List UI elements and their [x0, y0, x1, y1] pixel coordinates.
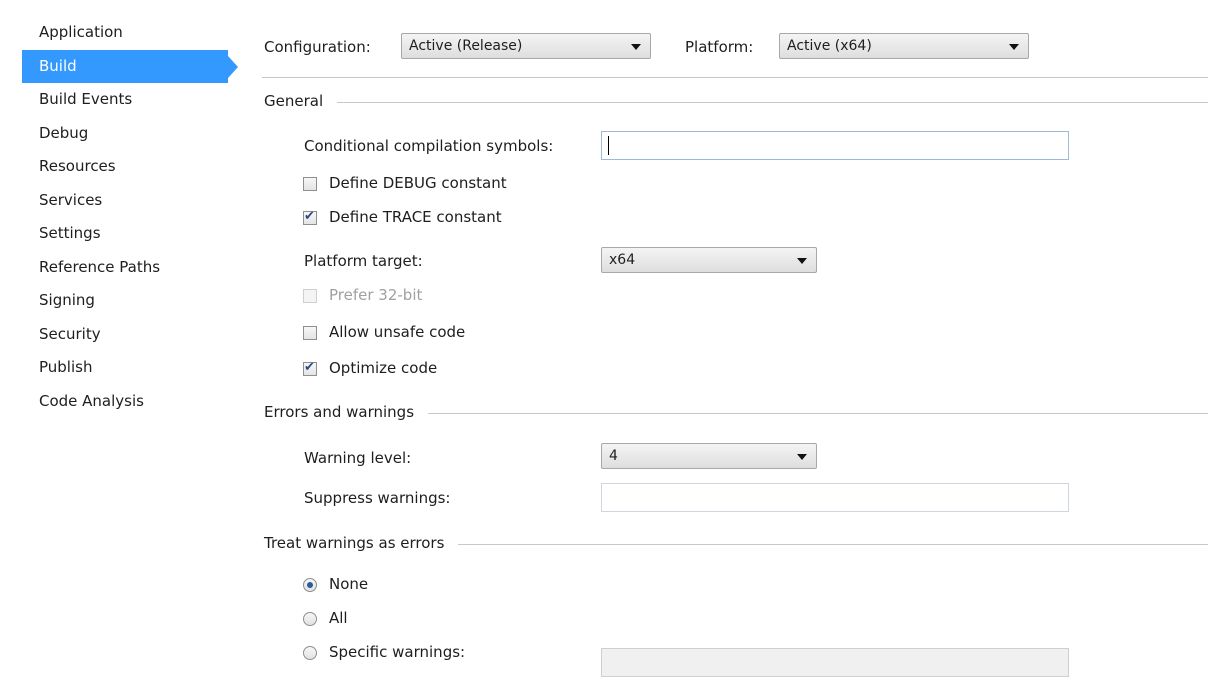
chevron-down-icon	[797, 258, 807, 264]
chevron-down-icon	[797, 454, 807, 460]
optimize-code-label: Optimize code	[329, 359, 438, 377]
warning-level-dropdown[interactable]: 4	[601, 443, 817, 469]
radio-specific-warnings-label: Specific warnings:	[329, 643, 466, 661]
platform-value: Active (x64)	[787, 38, 872, 54]
platform-label: Platform:	[685, 38, 754, 56]
prefer-32bit-label: Prefer 32-bit	[329, 286, 423, 304]
sidebar-item-application[interactable]: Application	[22, 16, 228, 49]
treat-warnings-section-header: Treat warnings as errors	[264, 534, 1208, 554]
sidebar-item-label: Settings	[39, 224, 101, 242]
optimize-code-checkbox[interactable]: ✔	[303, 360, 317, 376]
sidebar-item-debug[interactable]: Debug	[22, 117, 228, 150]
define-debug-checkbox[interactable]	[303, 177, 317, 191]
radio-all[interactable]	[303, 612, 317, 626]
sidebar-item-reference-paths[interactable]: Reference Paths	[22, 251, 228, 284]
suppress-warnings-input[interactable]	[601, 483, 1069, 512]
sidebar-item-label: Build Events	[39, 90, 133, 108]
checkmark-icon: ✔	[304, 360, 315, 375]
text-cursor	[608, 136, 609, 155]
divider	[264, 102, 1208, 103]
radio-selected-dot	[307, 582, 313, 588]
allow-unsafe-checkbox[interactable]	[303, 326, 317, 340]
section-title: General	[264, 92, 338, 110]
suppress-warnings-label: Suppress warnings:	[304, 489, 451, 507]
configuration-value: Active (Release)	[409, 38, 523, 54]
sidebar-item-label: Services	[39, 191, 103, 209]
sidebar-item-label: Debug	[39, 124, 89, 142]
section-title: Errors and warnings	[264, 403, 429, 421]
radio-all-label: All	[329, 609, 348, 627]
sidebar-item-label: Signing	[39, 291, 95, 309]
sidebar-item-services[interactable]: Services	[22, 184, 228, 217]
define-trace-checkbox[interactable]: ✔	[303, 209, 317, 225]
radio-none[interactable]	[303, 578, 317, 592]
radio-specific-warnings[interactable]	[303, 646, 317, 660]
sidebar-item-settings[interactable]: Settings	[22, 217, 228, 250]
sidebar-item-label: Security	[39, 325, 101, 343]
radio-none-label: None	[329, 575, 369, 593]
sidebar-item-label: Application	[39, 23, 123, 41]
selected-arrow-indicator	[228, 56, 238, 78]
project-properties-build-page: Application Build Build Events Debug Res…	[0, 0, 1230, 681]
sidebar-item-security[interactable]: Security	[22, 318, 228, 351]
sidebar-item-code-analysis[interactable]: Code Analysis	[22, 385, 228, 418]
sidebar-item-build-events[interactable]: Build Events	[22, 83, 228, 116]
warning-level-label: Warning level:	[304, 449, 412, 467]
platform-target-dropdown[interactable]: x64	[601, 247, 817, 273]
chevron-down-icon	[1009, 44, 1019, 50]
sidebar-item-build[interactable]: Build	[22, 50, 238, 83]
checkmark-icon: ✔	[304, 209, 315, 224]
platform-target-label: Platform target:	[304, 252, 423, 270]
general-section-header: General	[264, 92, 1208, 112]
define-trace-label: Define TRACE constant	[329, 208, 502, 226]
warning-level-value: 4	[609, 448, 618, 464]
allow-unsafe-label: Allow unsafe code	[329, 323, 466, 341]
divider	[262, 77, 1208, 78]
platform-dropdown[interactable]: Active (x64)	[779, 33, 1029, 59]
sidebar-item-label: Code Analysis	[39, 392, 144, 410]
sidebar-item-resources[interactable]: Resources	[22, 150, 228, 183]
prefer-32bit-checkbox	[303, 289, 317, 303]
errors-section-header: Errors and warnings	[264, 403, 1208, 423]
conditional-symbols-label: Conditional compilation symbols:	[304, 137, 554, 155]
sidebar-item-label: Resources	[39, 157, 116, 175]
configuration-dropdown[interactable]: Active (Release)	[401, 33, 651, 59]
chevron-down-icon	[631, 44, 641, 50]
sidebar-item-signing[interactable]: Signing	[22, 284, 228, 317]
sidebar: Application Build Build Events Debug Res…	[0, 0, 240, 681]
specific-warnings-input	[601, 648, 1069, 677]
sidebar-item-publish[interactable]: Publish	[22, 351, 228, 384]
define-debug-label: Define DEBUG constant	[329, 174, 507, 192]
sidebar-item-label: Build	[39, 57, 77, 75]
sidebar-item-label: Publish	[39, 358, 93, 376]
conditional-symbols-input[interactable]	[601, 131, 1069, 160]
sidebar-item-label: Reference Paths	[39, 258, 161, 276]
configuration-label: Configuration:	[264, 38, 371, 56]
platform-target-value: x64	[609, 252, 636, 268]
section-title: Treat warnings as errors	[264, 534, 459, 552]
